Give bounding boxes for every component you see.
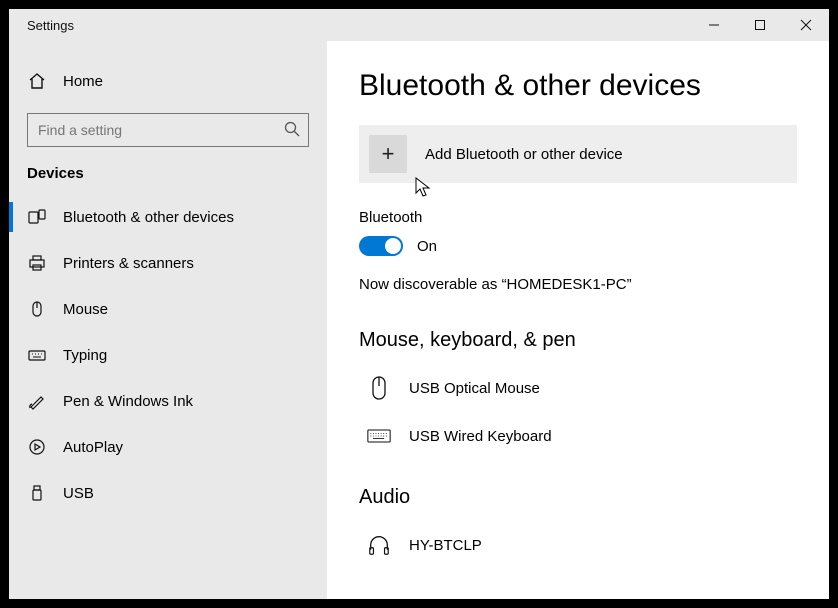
- printer-icon: [27, 253, 47, 273]
- sidebar: Home Devices Bluetooth & other devices: [9, 41, 327, 599]
- maximize-icon: [754, 19, 766, 31]
- sidebar-item-label: Mouse: [63, 301, 108, 318]
- category-heading: Devices: [9, 157, 327, 194]
- search-icon: [283, 120, 301, 138]
- sidebar-nav: Bluetooth & other devices Printers & sca…: [9, 194, 327, 516]
- usb-icon: [27, 483, 47, 503]
- device-name: USB Wired Keyboard: [409, 428, 552, 445]
- page-title: Bluetooth & other devices: [359, 69, 797, 103]
- mouse-icon: [27, 299, 47, 319]
- device-name: HY-BTCLP: [409, 537, 482, 554]
- body: Home Devices Bluetooth & other devices: [9, 41, 829, 599]
- home-button[interactable]: Home: [9, 61, 327, 101]
- window-controls: [691, 9, 829, 41]
- device-row-keyboard[interactable]: USB Wired Keyboard: [359, 412, 797, 460]
- pen-icon: [27, 391, 47, 411]
- keyboard-icon: [27, 345, 47, 365]
- add-device-button[interactable]: + Add Bluetooth or other device: [359, 125, 797, 183]
- plus-icon: +: [369, 135, 407, 173]
- sidebar-item-printers[interactable]: Printers & scanners: [9, 240, 327, 286]
- keyboard-icon: [367, 424, 391, 448]
- headphones-icon: [367, 533, 391, 557]
- sidebar-item-bluetooth[interactable]: Bluetooth & other devices: [9, 194, 327, 240]
- section-title-input: Mouse, keyboard, & pen: [359, 329, 797, 352]
- window-title: Settings: [27, 18, 74, 33]
- close-button[interactable]: [783, 9, 829, 41]
- sidebar-item-label: Pen & Windows Ink: [63, 393, 193, 410]
- discoverable-text: Now discoverable as “HOMEDESK1-PC”: [359, 276, 797, 293]
- mouse-icon: [367, 376, 391, 400]
- minimize-icon: [708, 19, 720, 31]
- sidebar-item-autoplay[interactable]: AutoPlay: [9, 424, 327, 470]
- sidebar-item-label: Printers & scanners: [63, 255, 194, 272]
- search-input[interactable]: [27, 113, 309, 147]
- home-label: Home: [63, 73, 103, 90]
- close-icon: [800, 19, 812, 31]
- device-name: USB Optical Mouse: [409, 380, 540, 397]
- sidebar-item-label: AutoPlay: [63, 439, 123, 456]
- device-row-audio[interactable]: HY-BTCLP: [359, 521, 797, 569]
- sidebar-item-usb[interactable]: USB: [9, 470, 327, 516]
- search-container: [9, 101, 327, 157]
- sidebar-item-label: Bluetooth & other devices: [63, 209, 234, 226]
- home-icon: [27, 71, 47, 91]
- sidebar-item-typing[interactable]: Typing: [9, 332, 327, 378]
- bluetooth-toggle[interactable]: [359, 236, 403, 256]
- sidebar-item-label: Typing: [63, 347, 107, 364]
- bluetooth-heading: Bluetooth: [359, 209, 797, 226]
- autoplay-icon: [27, 437, 47, 457]
- add-device-label: Add Bluetooth or other device: [425, 146, 623, 163]
- sidebar-item-label: USB: [63, 485, 94, 502]
- content-pane: Bluetooth & other devices + Add Bluetoot…: [327, 41, 829, 599]
- titlebar: Settings: [9, 9, 829, 41]
- settings-window: Settings Home: [9, 9, 829, 599]
- minimize-button[interactable]: [691, 9, 737, 41]
- device-row-mouse[interactable]: USB Optical Mouse: [359, 364, 797, 412]
- sidebar-item-mouse[interactable]: Mouse: [9, 286, 327, 332]
- maximize-button[interactable]: [737, 9, 783, 41]
- sidebar-item-pen[interactable]: Pen & Windows Ink: [9, 378, 327, 424]
- toggle-state-label: On: [417, 238, 437, 255]
- devices-icon: [27, 207, 47, 227]
- section-title-audio: Audio: [359, 486, 797, 509]
